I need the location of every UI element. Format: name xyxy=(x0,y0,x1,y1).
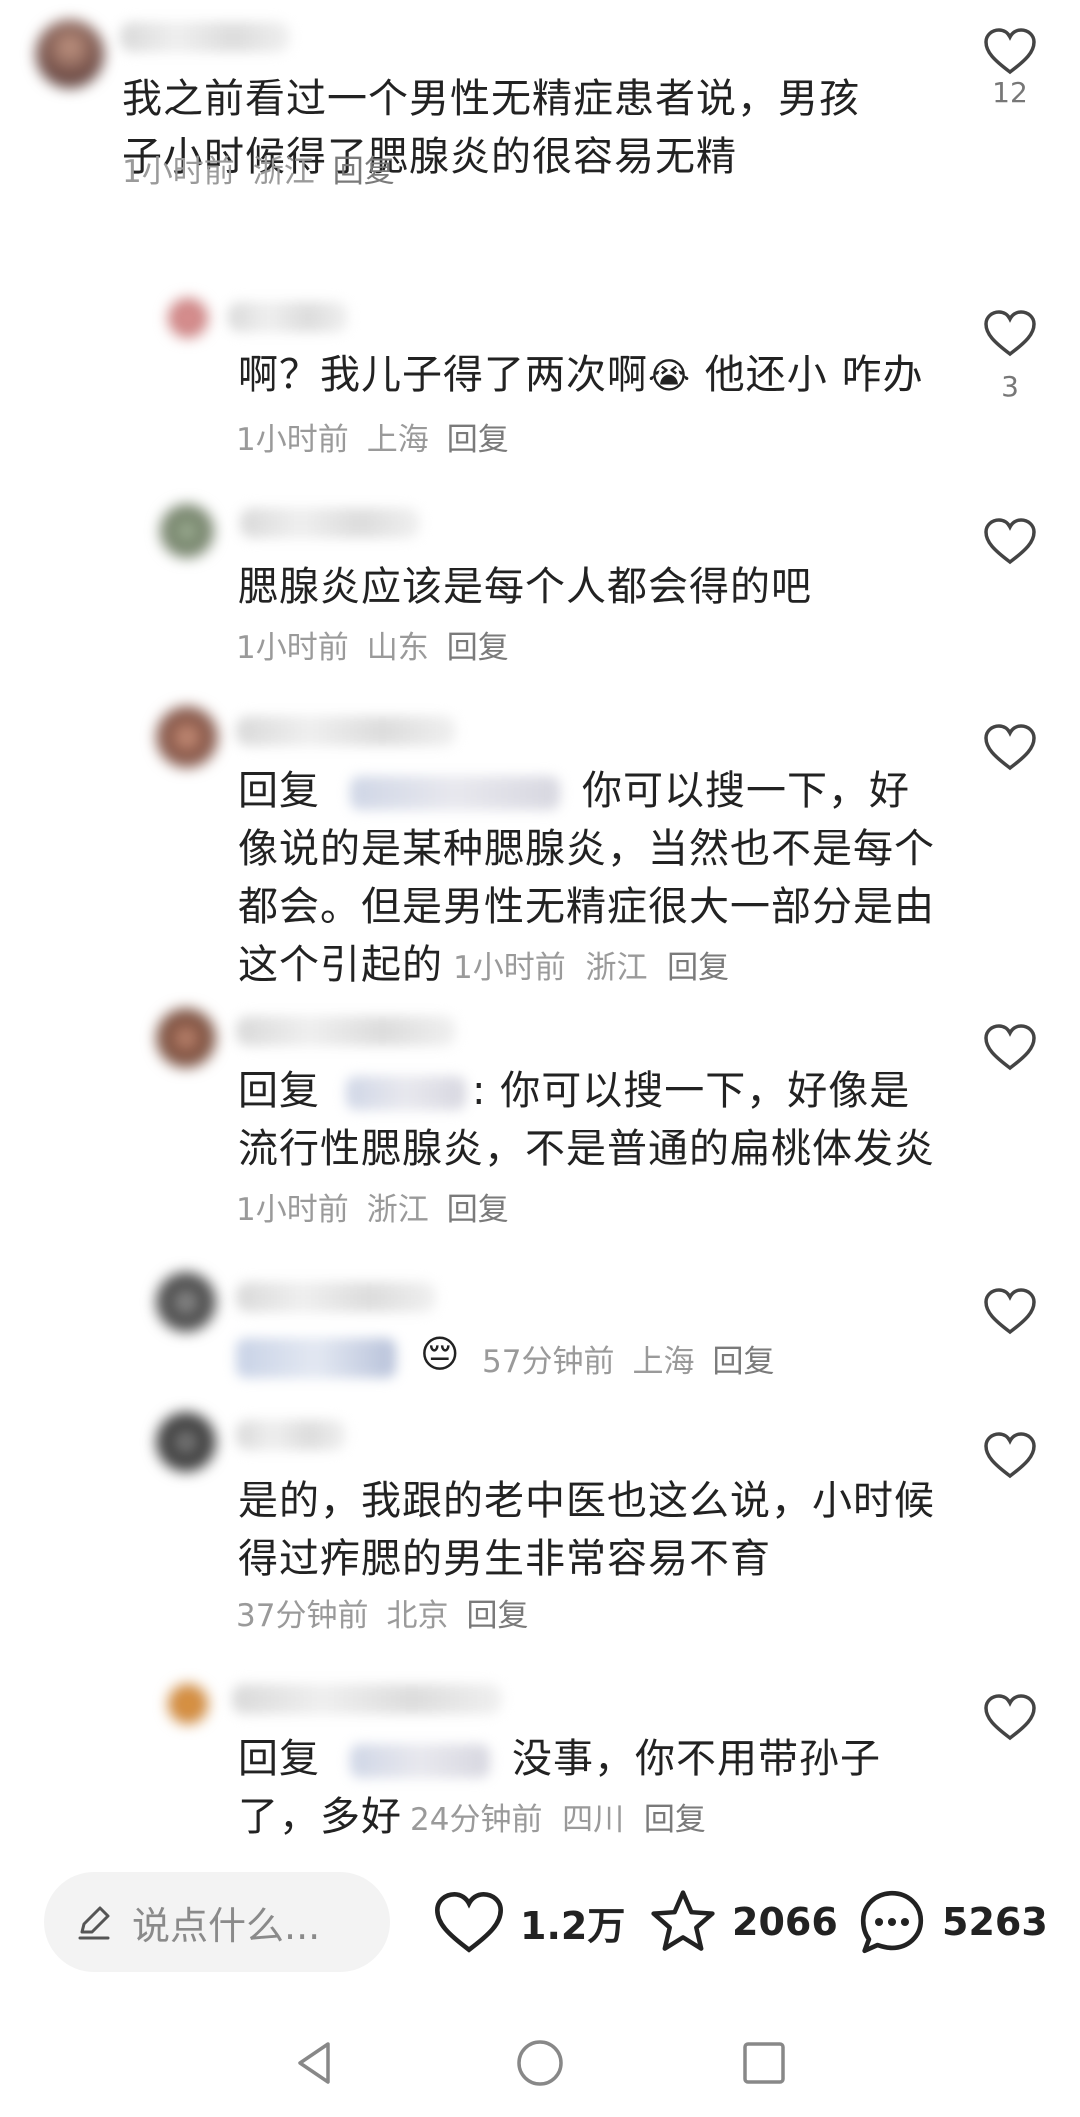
heart-icon xyxy=(435,1891,503,1953)
timestamp: 24分钟前 xyxy=(410,1802,543,1838)
username[interactable] xyxy=(236,1282,436,1312)
avatar[interactable] xyxy=(168,1684,208,1724)
comment-text: 回复 你可以搜一下，好 像说的是某种腮腺炎，当然也不是每个 都会。但是男性无精症很… xyxy=(238,768,935,988)
reply-button[interactable]: 回复 xyxy=(466,1598,528,1634)
reply-button[interactable]: 回复 xyxy=(447,1192,509,1228)
mention-user[interactable] xyxy=(350,1744,490,1778)
crying-emoji-icon: 😭 xyxy=(648,356,692,397)
location: 北京 xyxy=(386,1598,449,1634)
comment-meta: 1小时前 浙江 回复 xyxy=(122,152,413,192)
comment-meta: 1小时前 浙江 回复 xyxy=(236,1190,527,1230)
comment-text: 是的，我跟的老中医也这么说，小时候 得过痄腮的男生非常容易不育 xyxy=(238,1478,935,1582)
location: 上海 xyxy=(632,1344,695,1380)
username[interactable] xyxy=(232,1684,502,1714)
like-total: 1.2万 xyxy=(520,1903,626,1948)
heart-icon[interactable] xyxy=(982,1430,1038,1480)
comment-text: 回复: 你可以搜一下，好像是 流行性腮腺炎，不是普通的扁桃体发炎 xyxy=(238,1068,935,1172)
timestamp: 1小时前 xyxy=(236,422,349,458)
pencil-icon xyxy=(78,1906,110,1940)
timestamp: 1小时前 xyxy=(236,1192,349,1228)
username[interactable] xyxy=(228,302,348,332)
reply-button[interactable]: 回复 xyxy=(712,1344,774,1380)
avatar[interactable] xyxy=(156,706,218,768)
comment-total: 5263 xyxy=(942,1900,1048,1944)
timestamp: 1小时前 xyxy=(122,154,235,190)
heart-icon[interactable] xyxy=(982,722,1038,772)
comment-text: 啊？我儿子得了两次啊😭 他还小 咋办 xyxy=(238,352,924,398)
star-icon xyxy=(651,1890,715,1951)
timestamp: 1小时前 xyxy=(453,950,566,986)
avatar[interactable] xyxy=(168,298,208,338)
heart-icon[interactable] xyxy=(982,516,1038,566)
username[interactable] xyxy=(236,1016,456,1046)
avatar[interactable] xyxy=(156,1412,216,1472)
heart-icon[interactable] xyxy=(982,1022,1038,1072)
avatar[interactable] xyxy=(160,504,214,558)
location: 浙江 xyxy=(585,950,648,986)
back-icon[interactable] xyxy=(290,2038,340,2088)
heart-icon[interactable] xyxy=(982,308,1038,358)
mention-user[interactable] xyxy=(350,776,560,810)
comment-text: 腮腺炎应该是每个人都会得的吧 xyxy=(238,564,812,610)
comment-input-placeholder: 说点什么... xyxy=(132,1903,321,1948)
avatar[interactable] xyxy=(156,1272,216,1332)
heart-icon[interactable] xyxy=(982,1286,1038,1336)
location: 四川 xyxy=(562,1802,625,1838)
avatar[interactable] xyxy=(156,1008,216,1068)
reply-button[interactable]: 回复 xyxy=(644,1802,706,1838)
heart-icon[interactable] xyxy=(982,1692,1038,1742)
location: 上海 xyxy=(366,422,429,458)
comment-meta: 57分钟前 上海 回复 xyxy=(482,1342,792,1382)
comment-meta: 1小时前 山东 回复 xyxy=(236,628,527,668)
reply-button[interactable]: 回复 xyxy=(447,630,509,666)
location: 浙江 xyxy=(252,154,315,190)
location: 浙江 xyxy=(366,1192,429,1228)
favorite-button[interactable]: 2066 xyxy=(648,1882,838,1962)
reply-button[interactable]: 回复 xyxy=(667,950,729,986)
image-sticker[interactable] xyxy=(236,1338,396,1378)
comment-meta: 37分钟前 北京 回复 xyxy=(236,1596,546,1636)
sad-emoji-icon: 😔 xyxy=(420,1332,460,1376)
username[interactable] xyxy=(236,716,456,746)
reply-button[interactable]: 回复 xyxy=(333,154,395,190)
mention-user[interactable] xyxy=(346,1076,466,1110)
timestamp: 37分钟前 xyxy=(236,1598,369,1634)
recents-icon[interactable] xyxy=(740,2039,788,2087)
location: 山东 xyxy=(366,630,429,666)
comment-input[interactable]: 说点什么... xyxy=(44,1872,390,1972)
username[interactable] xyxy=(120,22,290,52)
avatar[interactable] xyxy=(36,20,104,88)
chat-bubble-icon xyxy=(860,1890,924,1954)
timestamp: 57分钟前 xyxy=(482,1344,615,1380)
like-count: 12 xyxy=(992,76,1028,109)
comment-button[interactable]: 5263 xyxy=(856,1882,1048,1962)
comment-meta: 1小时前 上海 回复 xyxy=(236,420,527,460)
system-navigation-bar xyxy=(0,2000,1080,2117)
comment-text: 回复 没事，你不用带孙子 了，多好 24分钟前 四川 回复 xyxy=(238,1736,881,1840)
timestamp: 1小时前 xyxy=(236,630,349,666)
favorite-total: 2066 xyxy=(732,1900,838,1944)
like-count: 3 xyxy=(1001,370,1019,403)
username[interactable] xyxy=(236,1420,346,1450)
username[interactable] xyxy=(240,508,420,538)
home-icon[interactable] xyxy=(514,2037,566,2089)
like-button[interactable]: 1.2万 xyxy=(432,1882,625,1962)
reply-button[interactable]: 回复 xyxy=(447,422,509,458)
heart-icon[interactable] xyxy=(982,26,1038,76)
